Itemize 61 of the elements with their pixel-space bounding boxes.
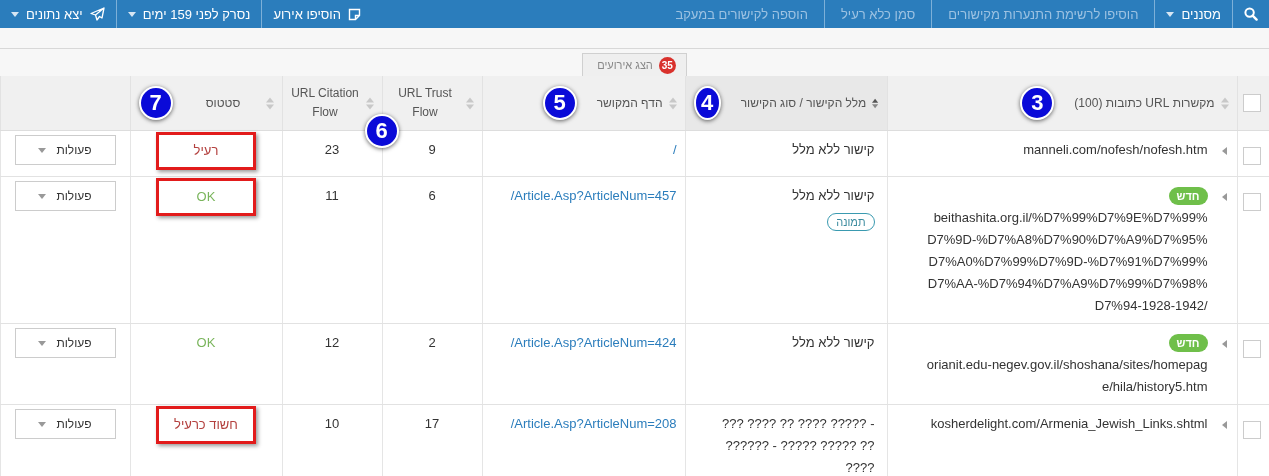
column-header[interactable]: מקשרות URL כתובות (100) [1074,93,1215,113]
status-text: OK [156,178,256,216]
column-header[interactable]: מלל הקישור / סוג הקישור [740,93,867,113]
actions-dropdown[interactable]: פעולות [14,135,116,165]
trust-flow-value: 2 [428,335,436,350]
target-link[interactable]: /Article.Asp?ArticleNum=208 [510,416,677,431]
anchor-text: ??? ???? ?? ???? ????? - ?????? - ????? ????? ?? ???? [720,415,875,476]
caret-icon [127,11,136,17]
caret-icon [38,147,47,153]
citation-flow-value: 11 [325,188,339,203]
target-link[interactable]: /Article.Asp?ArticleNum=424 [510,335,677,350]
citation-flow-value: 12 [324,335,340,350]
status-text: חשוד כרעיל [156,406,256,444]
caret-icon [38,421,47,427]
expand-caret-icon[interactable] [1221,147,1227,155]
url-text: kosherdelight.com/Armenia_Jewish_Links.shtml [929,415,1208,433]
target-link[interactable]: / [672,142,677,157]
numbered-marker: 3 [1020,86,1055,120]
actions-dropdown[interactable]: פעולות [14,328,116,358]
status-text: OK [196,334,216,352]
numbered-marker: 5 [542,86,577,120]
anchor-text: קישור ללא מלל [791,187,875,205]
expand-caret-icon[interactable] [1221,193,1227,201]
column-header[interactable]: הדף המקושר [596,93,663,113]
paper-plane-icon [89,7,105,21]
caret-icon [1166,11,1175,17]
trust-flow-value: 6 [428,188,436,203]
url-text: beithashita.org.il/%D7%99%D7%9E%D7%99%D7%9D-%D7%A8%D7%90%D7%A9%D7%95%D7%A0%D7%99%D7%9D-%D7%91%D7%99%D7%AA-%D7%94%D7%A9%D7%99%D7%98%D7%94-1928-1942/ [926,209,1208,315]
toolbar-button[interactable]: יצא נתונים [0,0,116,28]
url-text: manneli.com/nofesh/nofesh.htm [1022,141,1208,159]
sort-icon[interactable] [872,96,879,110]
row-checkbox[interactable] [1243,339,1261,358]
numbered-marker: 4 [693,86,721,120]
citation-flow-value: 10 [324,416,340,431]
column-header[interactable]: סטטוס [186,93,260,113]
select-all-checkbox[interactable] [1243,94,1261,112]
citation-flow-value: 23 [324,142,340,157]
events-count-badge: 35 [658,56,676,74]
actions-dropdown[interactable]: פעולות [14,181,116,211]
row-checkbox[interactable] [1243,192,1261,211]
trust-flow-value: 9 [428,142,436,157]
note-icon [348,7,361,21]
row-checkbox[interactable] [1243,146,1261,165]
caret-icon [38,193,47,199]
status-text: רעיל [156,132,256,170]
anchor-text: קישור ללא מלל [791,334,875,352]
trust-flow-value: 17 [424,416,440,431]
row-checkbox[interactable] [1243,420,1261,439]
numbered-marker: 6 [364,114,399,148]
new-badge: חדש [1168,334,1208,352]
anchor-text: קישור ללא מלל [791,141,875,159]
caret-icon [38,340,47,346]
expand-caret-icon[interactable] [1221,421,1227,429]
search-icon [1244,7,1258,21]
expand-caret-icon[interactable] [1221,340,1227,348]
actions-dropdown[interactable]: פעולות [14,409,116,439]
url-text: orianit.edu-negev.gov.il/shoshana/sites/homepage/hila/history5.htm [925,356,1208,396]
new-badge: חדש [1168,187,1208,205]
numbered-marker: 7 [138,86,173,120]
caret-icon [11,11,19,17]
target-link[interactable]: /Article.Asp?ArticleNum=457 [510,188,677,203]
